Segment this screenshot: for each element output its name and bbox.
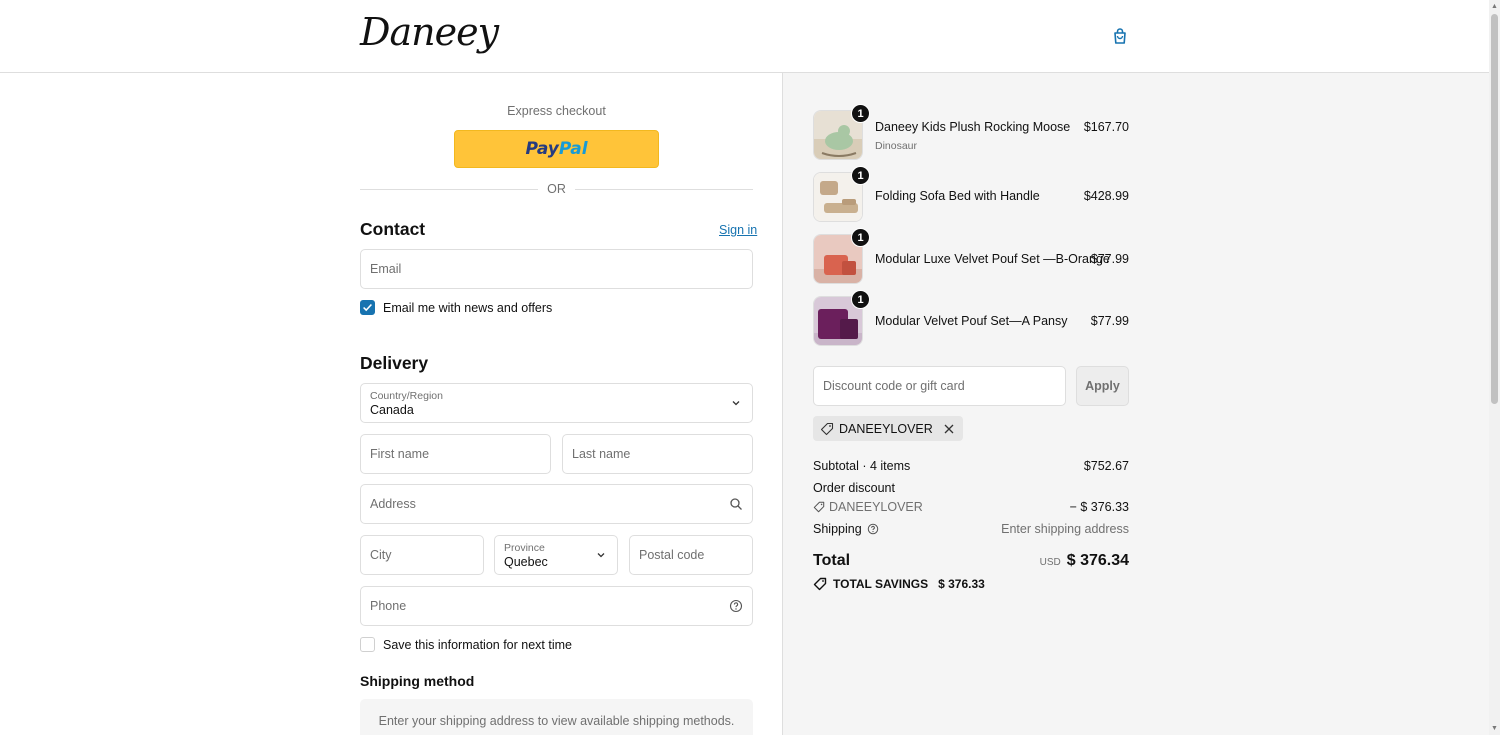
item-price: $77.99 (1090, 252, 1129, 266)
province-label: Province (504, 542, 545, 554)
quantity-badge: 1 (851, 290, 870, 309)
news-checkbox[interactable] (360, 300, 375, 315)
item-price: $428.99 (1083, 189, 1129, 203)
applied-discount-chip: DANEEYLOVER (813, 416, 963, 441)
cart-item: 1 Modular Velvet Pouf Set—A Pansy $77.99 (813, 290, 1129, 348)
search-icon (730, 498, 742, 510)
total-row: USD $ 376.34 (1040, 552, 1129, 570)
country-value: Canada (370, 403, 414, 417)
news-checkbox-label: Email me with news and offers (383, 301, 553, 315)
address-placeholder: Address (370, 497, 416, 511)
shopping-bag-icon[interactable] (1110, 26, 1130, 46)
paypal-logo-part2: Pal (558, 139, 588, 159)
shipping-value: Enter shipping address (1001, 522, 1129, 536)
discount-code-placeholder: Discount code or gift card (823, 379, 965, 393)
express-checkout-title: Express checkout (507, 104, 606, 118)
province-value: Quebec (504, 555, 548, 569)
cart-item: 1 Folding Sofa Bed with Handle $428.99 (813, 166, 1129, 224)
subtotal-label: Subtotal · 4 items (813, 459, 911, 473)
apply-discount-button[interactable]: Apply (1076, 366, 1129, 406)
item-title: Daneey Kids Plush Rocking Moose (875, 120, 1071, 134)
page-scrollbar[interactable]: ▲ ▼ (1489, 0, 1500, 735)
item-variant: Dinosaur (875, 140, 918, 152)
header: Daneey (0, 0, 1489, 73)
delivery-heading: Delivery (360, 353, 429, 373)
tag-icon (820, 422, 834, 435)
tag-icon (813, 577, 827, 591)
shipping-method-heading: Shipping method (360, 673, 475, 689)
discount-value: − $ 376.33 (1069, 500, 1129, 514)
cart-item: 1 Daneey Kids Plush Rocking Moose Dinosa… (813, 104, 1129, 162)
postal-code-placeholder: Postal code (639, 548, 705, 562)
city-placeholder: City (370, 548, 392, 562)
first-name-placeholder: First name (370, 447, 430, 461)
shipping-label: Shipping (813, 522, 862, 536)
paypal-logo-part1: Pay (525, 139, 559, 159)
total-value: $ 376.34 (1066, 552, 1129, 569)
quantity-badge: 1 (851, 228, 870, 247)
first-name-field[interactable]: First name (360, 434, 551, 474)
item-title: Folding Sofa Bed with Handle (875, 189, 1040, 203)
phone-placeholder: Phone (370, 599, 407, 613)
discount-code-field[interactable]: Discount code or gift card (813, 366, 1066, 406)
city-field[interactable]: City (360, 535, 484, 575)
scroll-up-arrow-icon[interactable]: ▲ (1490, 2, 1499, 11)
shipping-row: Shipping (813, 522, 879, 536)
order-discount-label: Order discount (813, 481, 895, 495)
shipping-method-message: Enter your shipping address to view avai… (378, 714, 735, 728)
last-name-field[interactable]: Last name (562, 434, 753, 474)
shipping-method-placeholder-box: Enter your shipping address to view avai… (360, 699, 753, 735)
close-icon[interactable] (942, 422, 956, 436)
email-placeholder: Email (370, 262, 402, 276)
cart-item: 1 Modular Luxe Velvet Pouf Set —B-Orange… (813, 228, 1129, 286)
or-divider: OR (360, 182, 753, 196)
currency-code: USD (1039, 557, 1061, 568)
scrollbar-thumb[interactable] (1491, 14, 1498, 404)
paypal-button[interactable]: Pay Pal (454, 130, 659, 168)
quantity-badge: 1 (851, 166, 870, 185)
phone-field[interactable]: Phone (360, 586, 753, 626)
discount-code-row: DANEEYLOVER (813, 500, 923, 514)
help-circle-icon[interactable] (729, 599, 743, 613)
total-label: Total (813, 552, 851, 569)
postal-code-field[interactable]: Postal code (629, 535, 753, 575)
quantity-badge: 1 (851, 104, 870, 123)
total-savings-value: $ 376.33 (938, 577, 985, 591)
check-icon (363, 303, 372, 312)
sign-in-link[interactable]: Sign in (719, 223, 757, 237)
applied-discount-code: DANEEYLOVER (839, 421, 933, 436)
item-title: Modular Velvet Pouf Set—A Pansy (875, 314, 1068, 328)
country-label: Country/Region (370, 390, 443, 402)
save-info-checkbox[interactable] (360, 637, 375, 652)
total-savings-label: TOTAL SAVINGS (833, 577, 929, 591)
chevron-down-icon (732, 401, 740, 406)
scroll-down-arrow-icon[interactable]: ▼ (1490, 724, 1499, 733)
contact-heading: Contact (360, 219, 426, 239)
help-circle-icon[interactable] (867, 523, 879, 535)
item-price: $77.99 (1090, 314, 1129, 328)
email-field[interactable]: Email (360, 249, 753, 289)
brand-logo[interactable]: Daneey (360, 10, 499, 54)
last-name-placeholder: Last name (572, 447, 631, 461)
or-label: OR (547, 182, 566, 196)
item-price: $167.70 (1083, 120, 1129, 134)
chevron-down-icon (597, 553, 605, 558)
save-info-label: Save this information for next time (383, 638, 572, 652)
province-select[interactable]: Province Quebec (494, 535, 618, 575)
total-savings-row: TOTAL SAVINGS $ 376.33 (813, 577, 985, 591)
discount-code-text: DANEEYLOVER (829, 500, 923, 514)
address-field[interactable]: Address (360, 484, 753, 524)
item-title: Modular Luxe Velvet Pouf Set —B-Orange (875, 252, 1110, 266)
country-select[interactable]: Country/Region Canada (360, 383, 753, 423)
subtotal-value: $752.67 (1083, 459, 1129, 473)
tag-icon (813, 501, 825, 513)
